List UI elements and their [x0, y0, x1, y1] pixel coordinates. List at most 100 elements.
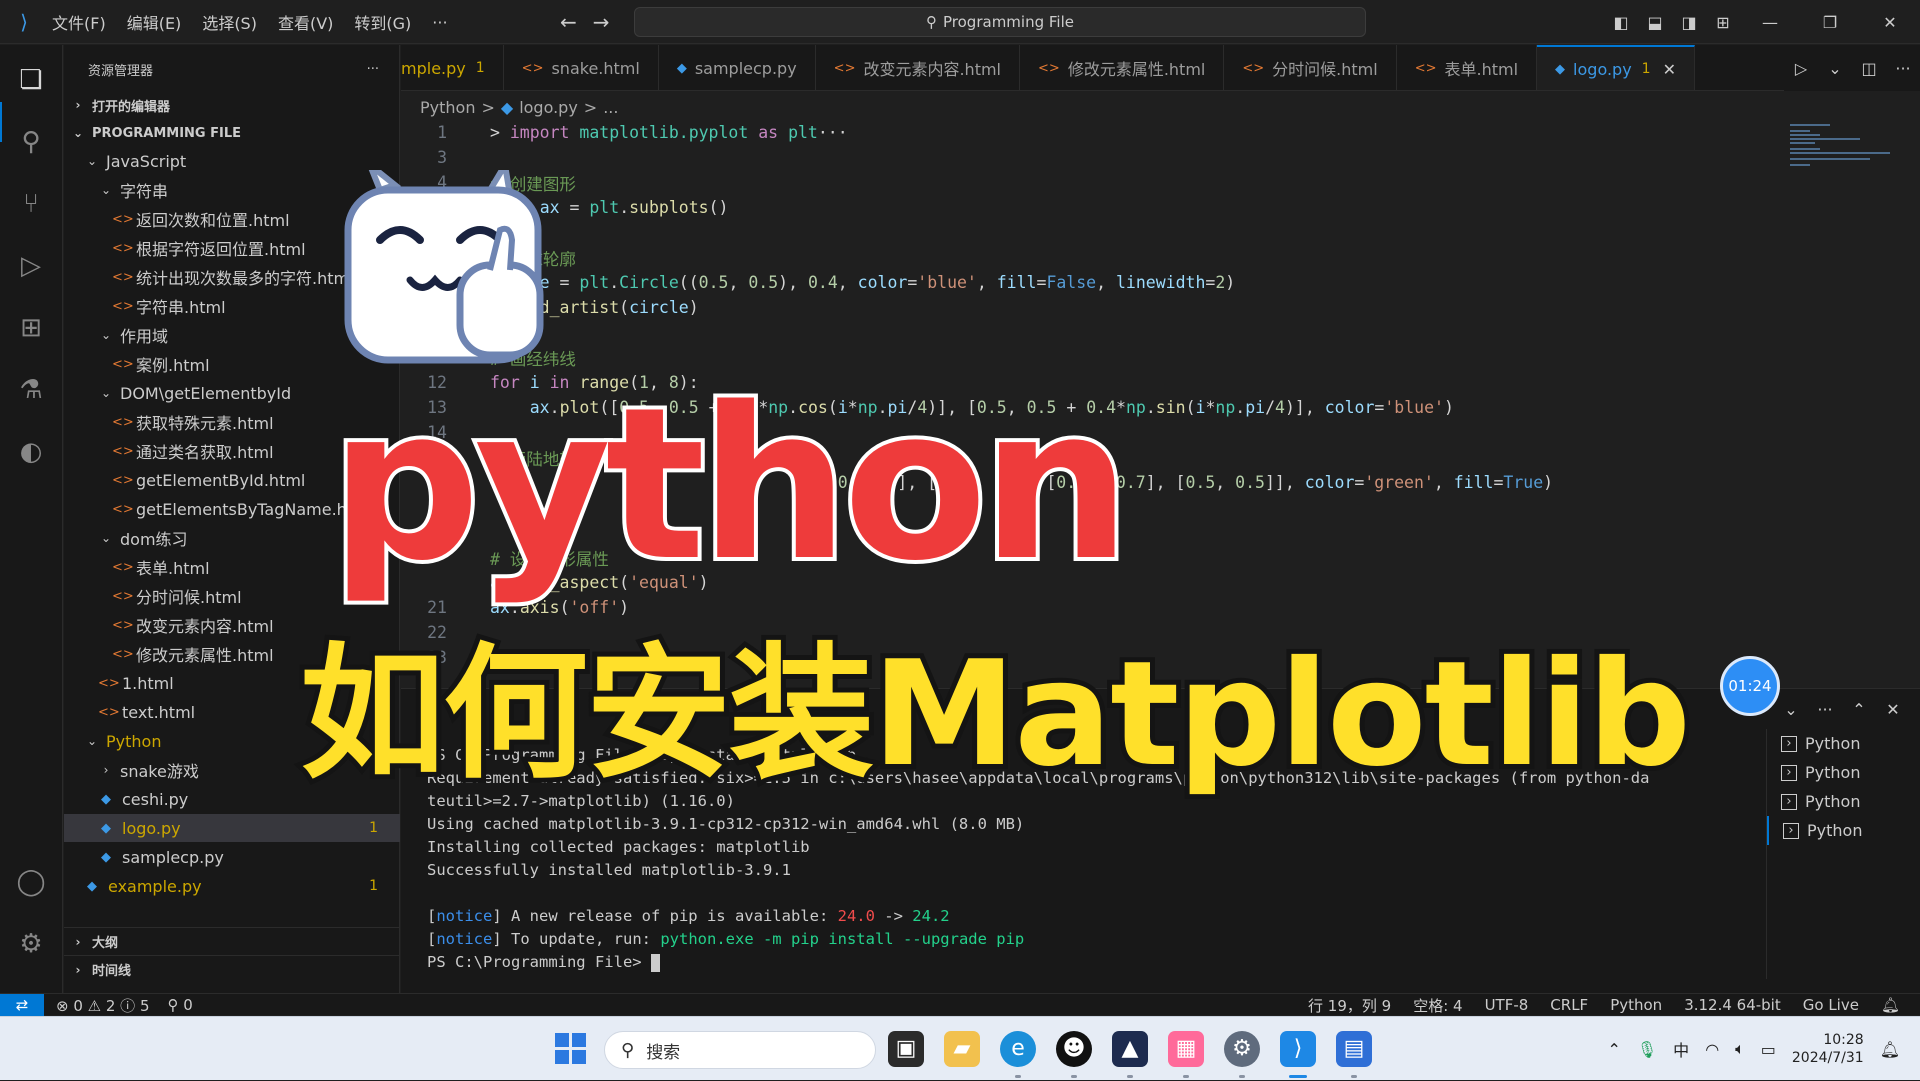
toggle-sidebar-icon[interactable]: ◧ [1604, 13, 1638, 32]
notifications-bell-icon[interactable]: 🔔︎ [1881, 996, 1900, 1014]
back-arrow-icon[interactable]: ← [560, 10, 577, 34]
tree-file[interactable]: ◆ logo.py 1 [64, 814, 400, 842]
tree-item-label: samplecp.py [122, 847, 224, 867]
search-icon: ⚲ [621, 1039, 635, 1061]
breadcrumb-file[interactable]: logo.py [519, 98, 578, 117]
recording-timer[interactable]: 01:24 [1720, 656, 1780, 716]
windows-start-icon[interactable] [555, 1033, 587, 1065]
editor-tab[interactable]: <> 分时问候.html [1224, 45, 1397, 90]
html-file-icon: <> [112, 472, 134, 488]
tree-file[interactable]: ◆ samplecp.py [64, 843, 400, 871]
extensions-icon[interactable]: ⊞ [14, 311, 48, 345]
split-editor-icon[interactable]: ◫ [1852, 59, 1886, 78]
cursor-position[interactable]: 行 19，列 9 [1308, 995, 1391, 1016]
workspace-section[interactable]: ⌄ PROGRAMMING FILE [64, 119, 400, 147]
settings-app-icon[interactable]: ⚙ [1224, 1031, 1260, 1067]
explorer-icon[interactable]: ❏ [14, 63, 48, 97]
tray-overflow-icon[interactable]: ⌃ [1607, 1040, 1620, 1059]
ime-indicator[interactable]: 中 [1673, 1037, 1689, 1061]
menu-selection[interactable]: 选择(S) [202, 10, 257, 34]
editor-tab[interactable]: mple.py 1 [401, 45, 504, 90]
ports-status[interactable]: ⚲ 0 [168, 996, 193, 1014]
explorer-more-icon[interactable]: ··· [367, 62, 379, 77]
command-center-label: Programming File [943, 13, 1074, 31]
microphone-icon[interactable]: 🎙︎ [1637, 1040, 1657, 1059]
menu-file[interactable]: 文件(F) [52, 10, 106, 34]
terminal-session[interactable]: › Python [1767, 729, 1916, 758]
editor-tab[interactable]: ◆ logo.py 1 ✕ [1537, 45, 1695, 90]
outline-section[interactable]: › 大纲 [64, 927, 400, 955]
command-center[interactable]: ⚲ Programming File [634, 7, 1366, 37]
file-explorer-icon[interactable]: ▰ [944, 1031, 980, 1067]
task-view-icon[interactable]: ▣ [888, 1031, 924, 1067]
go-live-button[interactable]: Go Live [1803, 996, 1859, 1014]
menu-view[interactable]: 查看(V) [278, 10, 333, 34]
media-app-icon[interactable]: ▦ [1168, 1031, 1204, 1067]
terminal-line: [notice] A new release of pip is availab… [427, 907, 950, 925]
tree-item-label: 统计出现次数最多的字符.html [136, 269, 354, 288]
breadcrumb-separator: > [583, 97, 598, 117]
chevron-down-icon: ⌄ [72, 126, 84, 140]
close-window-icon[interactable]: ✕ [1860, 13, 1920, 32]
search-view-icon[interactable]: ⚲ [14, 125, 48, 159]
run-debug-icon[interactable]: ▷ [14, 249, 48, 283]
run-file-icon[interactable]: ▷ [1784, 59, 1818, 78]
notepad-icon[interactable]: ▤ [1336, 1031, 1372, 1067]
remote-indicator-icon[interactable]: ⇄ [0, 994, 44, 1016]
tree-item-label: 通过类名获取.html [136, 443, 274, 462]
restore-icon[interactable]: ❐ [1800, 13, 1860, 32]
open-editors-section[interactable]: › 打开的编辑器 [64, 91, 400, 119]
menu-edit[interactable]: 编辑(E) [127, 10, 182, 34]
editor-tab[interactable]: <> 改变元素内容.html [816, 45, 1021, 90]
problems-status[interactable]: ⊗ 0 ⚠ 2 ⓘ 5 [56, 995, 150, 1016]
language-mode[interactable]: Python [1610, 996, 1662, 1014]
minimap[interactable] [1790, 120, 1900, 680]
source-control-icon[interactable]: ⑂ [14, 187, 48, 221]
account-icon[interactable]: ◯ [14, 865, 48, 899]
chevron-down-icon[interactable]: ⌄ [1818, 59, 1852, 78]
line-ending[interactable]: CRLF [1550, 996, 1588, 1014]
forward-arrow-icon[interactable]: → [593, 10, 610, 34]
maximize-panel-icon[interactable]: ⌃ [1842, 700, 1876, 719]
close-panel-icon[interactable]: ✕ [1876, 700, 1910, 719]
chevron-down-icon[interactable]: ⌄ [1774, 700, 1808, 719]
indentation[interactable]: 空格: 4 [1413, 995, 1462, 1016]
settings-gear-icon[interactable]: ⚙ [14, 927, 48, 961]
menu-more[interactable]: ··· [432, 13, 447, 32]
toggle-secondary-sidebar-icon[interactable]: ◨ [1672, 13, 1706, 32]
testing-icon[interactable]: ⚗ [14, 373, 48, 407]
wifi-icon[interactable]: ◠ [1705, 1040, 1719, 1059]
notification-bell-icon[interactable]: 🔔︎ [1880, 1040, 1900, 1059]
close-tab-icon[interactable]: ✕ [1663, 60, 1676, 79]
edge-devtools-icon[interactable]: ◐ [14, 435, 48, 469]
breadcrumb-symbol[interactable]: ... [603, 98, 618, 117]
customize-layout-icon[interactable]: ⊞ [1706, 13, 1740, 32]
editor-tab[interactable]: <> 修改元素属性.html [1020, 45, 1225, 90]
minimize-icon[interactable]: — [1740, 13, 1800, 32]
battery-icon[interactable]: ▭ [1761, 1040, 1776, 1059]
cat-app-icon[interactable]: ▲ [1112, 1031, 1148, 1067]
toggle-panel-icon[interactable]: ⬓ [1638, 13, 1672, 32]
terminal-session[interactable]: › Python [1767, 758, 1916, 787]
encoding[interactable]: UTF-8 [1485, 996, 1529, 1014]
qq-penguin-icon[interactable]: ☻ [1056, 1031, 1092, 1067]
menu-go[interactable]: 转到(G) [354, 10, 411, 34]
breadcrumb-folder[interactable]: Python [420, 98, 475, 117]
terminal-session[interactable]: › Python [1767, 787, 1916, 816]
terminal-session[interactable]: › Python [1767, 816, 1916, 845]
editor-tab[interactable]: <> 表单.html [1397, 45, 1538, 90]
volume-icon[interactable]: 🔈︎ [1735, 1039, 1745, 1059]
tree-file[interactable]: ◆ example.py 1 [64, 872, 400, 900]
python-interpreter[interactable]: 3.12.4 64-bit [1684, 996, 1781, 1014]
taskbar-search[interactable]: ⚲ 搜索 [604, 1031, 876, 1069]
more-actions-icon[interactable]: ··· [1886, 59, 1920, 78]
vscode-taskbar-icon[interactable]: ⟩ [1280, 1031, 1316, 1067]
clock[interactable]: 10:28 2024/7/31 [1792, 1031, 1864, 1067]
editor-tab[interactable]: <> snake.html [504, 45, 659, 90]
timeline-section[interactable]: › 时间线 [64, 955, 400, 983]
tree-item-label: 1.html [122, 673, 174, 693]
edge-browser-icon[interactable]: e [1000, 1031, 1036, 1067]
panel-more-icon[interactable]: ··· [1808, 700, 1842, 719]
editor-tab[interactable]: ◆ samplecp.py [659, 45, 816, 90]
taskbar-search-placeholder: 搜索 [646, 1042, 681, 1063]
